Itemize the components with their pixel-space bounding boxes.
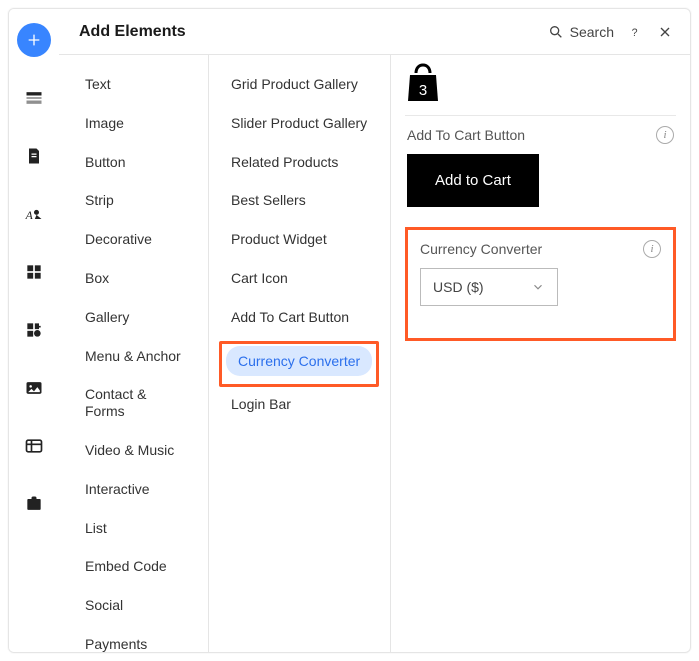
rail-add-button[interactable] <box>17 23 51 57</box>
info-icon[interactable]: i <box>656 126 674 144</box>
info-icon[interactable]: i <box>643 240 661 258</box>
currency-select[interactable]: USD ($) <box>420 268 558 306</box>
rail-business-button[interactable] <box>17 487 51 521</box>
categories-column: Text Image Button Strip Decorative Box Gallery… <box>59 55 209 652</box>
subcategory-item[interactable]: Slider Product Gallery <box>219 108 379 139</box>
design-icon: A <box>24 204 44 224</box>
add-to-cart-section: Add To Cart Button i Add to Cart <box>405 115 676 221</box>
category-item[interactable]: Payments <box>73 629 159 652</box>
search-button[interactable]: Search <box>548 24 614 40</box>
category-item[interactable]: Box <box>73 263 121 294</box>
subcategory-item[interactable]: Grid Product Gallery <box>219 69 370 100</box>
category-item[interactable]: List <box>73 513 119 544</box>
svg-text:A: A <box>25 209 34 222</box>
search-label: Search <box>570 24 614 40</box>
category-item[interactable]: Contact & Forms <box>73 379 200 427</box>
plus-icon <box>26 32 42 48</box>
svg-text:3: 3 <box>419 82 427 99</box>
category-item[interactable]: Embed Code <box>73 551 179 582</box>
rail-data-button[interactable] <box>17 429 51 463</box>
category-item[interactable]: Gallery <box>73 302 141 333</box>
currency-section-label: Currency Converter <box>420 241 542 257</box>
panel-body: Text Image Button Strip Decorative Box Gallery… <box>59 55 690 652</box>
rail-media-button[interactable] <box>17 371 51 405</box>
category-item[interactable]: Menu & Anchor <box>73 341 193 372</box>
rail-apps-button[interactable] <box>17 255 51 289</box>
tool-rail: A <box>9 9 59 652</box>
panel-header: Add Elements Search ? <box>59 9 690 55</box>
category-item[interactable]: Video & Music <box>73 435 186 466</box>
subcategories-column: Grid Product Gallery Slider Product Galle… <box>209 55 391 652</box>
search-icon <box>548 24 564 40</box>
rail-addons-button[interactable] <box>17 313 51 347</box>
svg-text:?: ? <box>632 27 638 39</box>
close-icon <box>657 24 673 40</box>
subcategory-highlight: Currency Converter <box>219 341 379 388</box>
rail-page-button[interactable] <box>17 139 51 173</box>
category-item[interactable]: Strip <box>73 185 126 216</box>
addons-icon <box>24 320 44 340</box>
rail-design-button[interactable]: A <box>17 197 51 231</box>
help-icon: ? <box>627 24 643 40</box>
currency-selected-value: USD ($) <box>433 279 484 295</box>
media-icon <box>24 378 44 398</box>
apps-icon <box>24 262 44 282</box>
subcategory-item[interactable]: Currency Converter <box>226 346 372 377</box>
subcategory-item[interactable]: Cart Icon <box>219 263 300 294</box>
subcategory-item[interactable]: Login Bar <box>219 389 303 420</box>
category-item[interactable]: Image <box>73 108 136 139</box>
briefcase-icon <box>24 494 44 514</box>
category-item[interactable]: Decorative <box>73 224 164 255</box>
category-item[interactable]: Social <box>73 590 135 621</box>
page-icon <box>24 146 44 166</box>
preview-column: 3 Add To Cart Button i Add to Cart Curre… <box>391 55 690 652</box>
section-icon <box>24 88 44 108</box>
add-elements-panel: A Add Elements Search ? <box>8 8 691 653</box>
currency-converter-highlight: Currency Converter i USD ($) <box>405 227 676 341</box>
close-button[interactable] <box>656 23 674 41</box>
shopping-bag-icon: 3 <box>405 63 441 103</box>
subcategory-item[interactable]: Related Products <box>219 147 350 178</box>
chevron-down-icon <box>531 280 545 294</box>
cart-bag-preview[interactable]: 3 <box>405 59 676 115</box>
subcategory-item[interactable]: Product Widget <box>219 224 339 255</box>
rail-section-button[interactable] <box>17 81 51 115</box>
category-item[interactable]: Text <box>73 69 123 100</box>
category-item[interactable]: Interactive <box>73 474 162 505</box>
panel-title: Add Elements <box>79 23 186 41</box>
data-icon <box>24 436 44 456</box>
panel: Add Elements Search ? Text Image Button Str… <box>59 9 690 652</box>
add-to-cart-section-label: Add To Cart Button <box>407 127 525 143</box>
add-to-cart-button[interactable]: Add to Cart <box>407 154 539 207</box>
subcategory-item[interactable]: Add To Cart Button <box>219 302 361 333</box>
category-item[interactable]: Button <box>73 147 137 178</box>
subcategory-item[interactable]: Best Sellers <box>219 185 318 216</box>
help-button[interactable]: ? <box>626 23 644 41</box>
